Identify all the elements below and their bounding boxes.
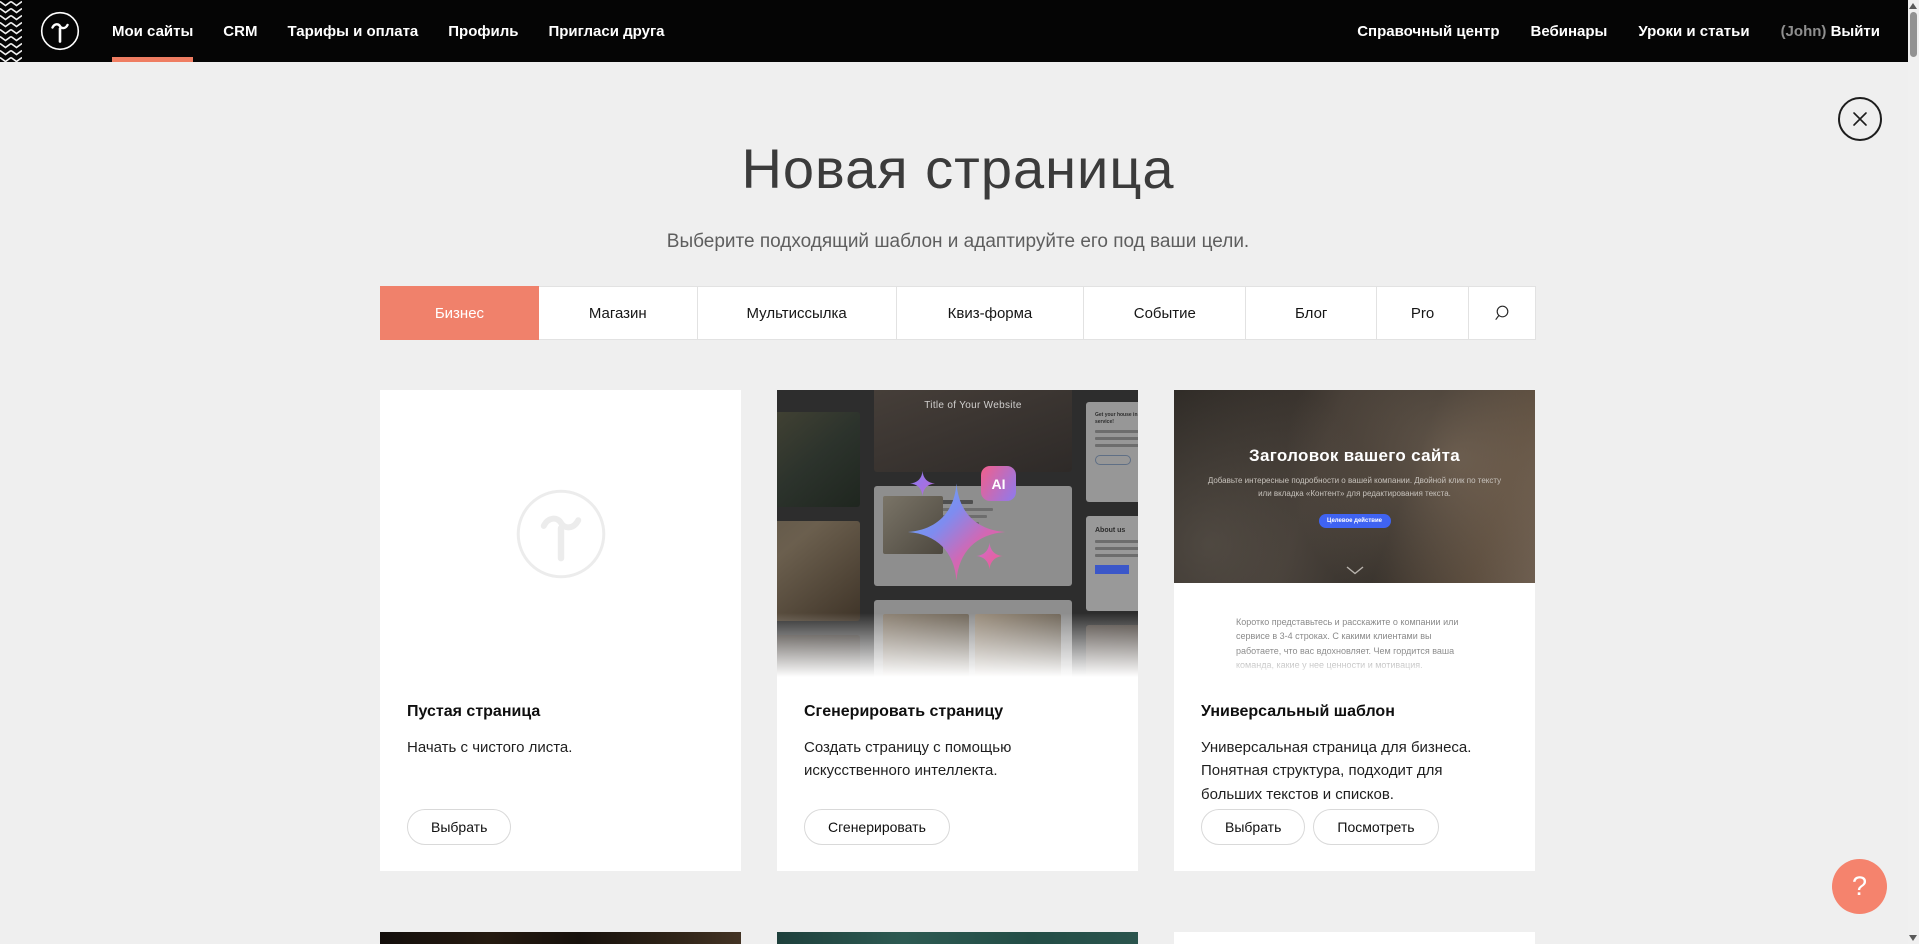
nav-item-label: Пригласи друга <box>548 23 664 40</box>
template-card-blank-page[interactable]: Пустая страница Начать с чистого листа. … <box>380 390 741 871</box>
tilda-watermark-icon <box>515 488 607 580</box>
nav-item-my-sites[interactable]: Мои сайты <box>112 0 193 62</box>
collage-photo-tile <box>777 412 860 507</box>
template-hero-subheading: Добавьте интересные подробности о вашей … <box>1206 475 1502 501</box>
choose-universal-button[interactable]: Выбрать <box>1201 809 1305 845</box>
collage-photo-tile <box>777 521 860 621</box>
nav-item-profile[interactable]: Профиль <box>448 0 518 62</box>
navbar-main-menu: Мои сайты CRM Тарифы и оплата Профиль Пр… <box>112 0 695 62</box>
card-description: Универсальная страница для бизнеса. Поня… <box>1174 721 1535 806</box>
tilda-logo[interactable] <box>40 0 80 62</box>
nav-item-pricing[interactable]: Тарифы и оплата <box>287 0 418 62</box>
user-name: (John) <box>1781 23 1827 40</box>
preview-universal-button[interactable]: Посмотреть <box>1313 809 1438 845</box>
template-cards-row-2 <box>380 932 1536 944</box>
universal-template-preview: Заголовок вашего сайта Добавьте интересн… <box>1174 390 1535 677</box>
tab-event[interactable]: Событие <box>1084 287 1246 339</box>
help-button[interactable]: ? <box>1832 859 1887 914</box>
close-icon <box>1850 109 1870 129</box>
scrollbar-up-arrow[interactable] <box>1909 3 1917 9</box>
template-card-ai-generate[interactable]: Title of Your Website Ge <box>777 390 1138 871</box>
ai-sparkle-icon-small <box>976 542 1003 570</box>
page-title: Новая страница <box>380 136 1536 201</box>
nav-item-label: Тарифы и оплата <box>287 23 418 40</box>
chevron-down-icon <box>1346 566 1364 575</box>
tab-business[interactable]: Бизнес <box>380 286 539 340</box>
card-description: Создать страницу с помощью искусственног… <box>777 721 1138 783</box>
collage-mockup-tile: Get your house in order with our smart c… <box>1086 402 1138 502</box>
nav-item-crm[interactable]: CRM <box>223 0 257 62</box>
nav-item-label: CRM <box>223 23 257 40</box>
nav-item-lessons[interactable]: Уроки и статьи <box>1638 23 1749 40</box>
collage-hero-title: Title of Your Website <box>874 400 1072 411</box>
template-card-peek[interactable] <box>380 932 741 944</box>
template-fade-overlay <box>1174 651 1535 677</box>
nav-item-label: Профиль <box>448 23 518 40</box>
card-title: Универсальный шаблон <box>1174 677 1535 721</box>
tab-multilink[interactable]: Мультиссылка <box>698 287 897 339</box>
ai-badge: AI <box>981 466 1016 501</box>
generate-ai-button[interactable]: Сгенерировать <box>804 809 950 845</box>
zigzag-pattern-decoration <box>0 0 22 62</box>
template-category-tabs: Бизнес Магазин Мультиссылка Квиз-форма С… <box>380 286 1536 340</box>
tab-quiz-form[interactable]: Квиз-форма <box>897 287 1085 339</box>
nav-item-help-center[interactable]: Справочный центр <box>1357 23 1499 40</box>
logout-label: Выйти <box>1831 23 1880 40</box>
top-navbar: Мои сайты CRM Тарифы и оплата Профиль Пр… <box>0 0 1908 62</box>
template-cards-row: Пустая страница Начать с чистого листа. … <box>380 390 1536 871</box>
choose-blank-button[interactable]: Выбрать <box>407 809 511 845</box>
page-subtitle: Выберите подходящий шаблон и адаптируйте… <box>380 231 1536 253</box>
main-content: Новая страница Выберите подходящий шабло… <box>380 62 1536 944</box>
nav-item-label: Мои сайты <box>112 23 193 40</box>
template-card-peek[interactable] <box>777 932 1138 944</box>
close-button[interactable] <box>1838 97 1882 141</box>
card-title: Пустая страница <box>380 677 741 721</box>
scrollbar-thumb[interactable] <box>1910 12 1917 57</box>
collage-fade-overlay <box>777 613 1138 677</box>
tab-search[interactable] <box>1469 287 1535 339</box>
nav-item-invite-friend[interactable]: Пригласи друга <box>548 0 664 62</box>
logout-link[interactable]: (John) Выйти <box>1781 23 1880 40</box>
collage-hero-tile: Title of Your Website <box>874 390 1072 472</box>
template-cta-button: Целевое действие <box>1319 514 1391 528</box>
card-description: Начать с чистого листа. <box>380 721 741 759</box>
collage-tile-heading: Get your house in order with our smart c… <box>1095 412 1138 426</box>
blank-page-preview <box>380 390 741 677</box>
nav-item-webinars[interactable]: Вебинары <box>1531 23 1608 40</box>
collage-mockup-tile: About us <box>1086 516 1138 611</box>
tab-pro[interactable]: Pro <box>1377 287 1469 339</box>
page-scrollbar[interactable] <box>1908 0 1919 944</box>
card-title: Сгенерировать страницу <box>777 677 1138 721</box>
ai-sparkle-icon-small <box>910 470 935 497</box>
magnifier-icon <box>1493 304 1511 322</box>
ai-collage-preview: Title of Your Website Ge <box>777 390 1138 677</box>
template-card-peek[interactable] <box>1174 932 1535 944</box>
collage-tile-heading: About us <box>1095 526 1138 536</box>
scrollbar-down-arrow[interactable] <box>1909 935 1917 941</box>
template-card-universal[interactable]: Заголовок вашего сайта Добавьте интересн… <box>1174 390 1535 871</box>
navbar-secondary-menu: Справочный центр Вебинары Уроки и статьи… <box>1357 0 1880 62</box>
template-hero-heading: Заголовок вашего сайта <box>1174 390 1535 466</box>
tab-blog[interactable]: Блог <box>1246 287 1377 339</box>
template-hero-section: Заголовок вашего сайта Добавьте интересн… <box>1174 390 1535 583</box>
tab-store[interactable]: Магазин <box>539 287 698 339</box>
